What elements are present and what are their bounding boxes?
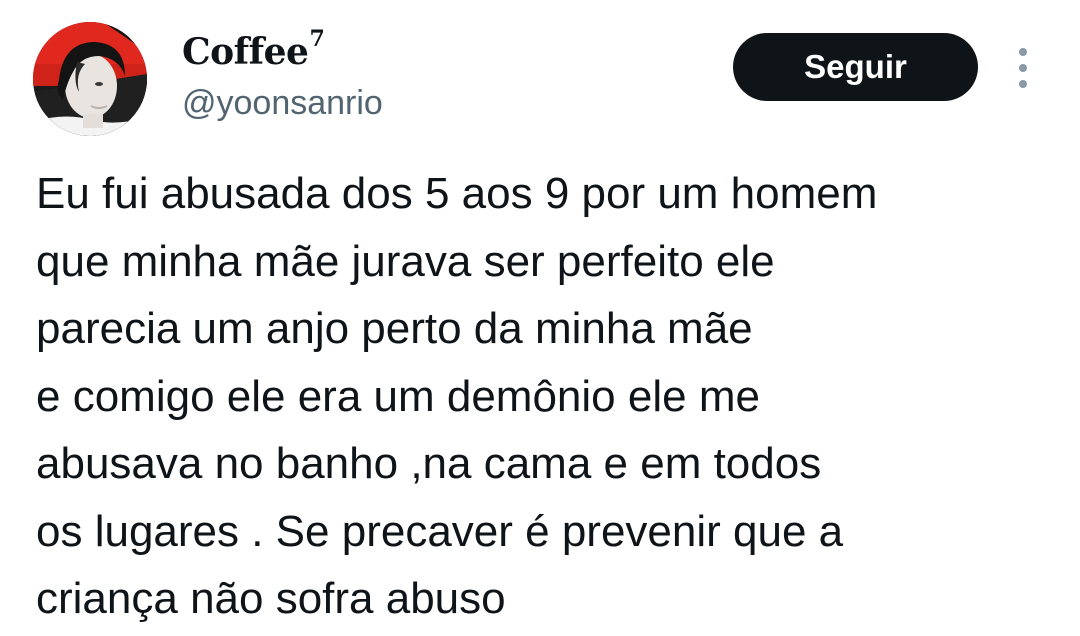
tweet-text-line: que minha mãe jurava ser perfeito ele	[36, 236, 775, 286]
display-name-text: Coffee	[182, 31, 309, 73]
tweet-text-line: os lugares . Se precaver é prevenir que …	[36, 506, 844, 556]
avatar-photo-icon	[33, 22, 147, 136]
tweet-card: Coffee7 @yoonsanrio Seguir Eu fui abusad…	[0, 0, 1080, 636]
tweet-text-line: parecia um anjo perto da minha mãe	[36, 304, 753, 353]
display-name-superscript: 7	[309, 26, 325, 52]
tweet-text-line: criança não sofra abuso	[36, 574, 506, 623]
user-avatar[interactable]	[33, 22, 147, 136]
more-vertical-icon[interactable]	[1008, 46, 1038, 90]
tweet-text-line: e comigo ele era um demônio ele me	[36, 371, 760, 421]
author-handle[interactable]: @yoonsanrio	[182, 83, 383, 123]
tweet-text-line: Eu fui abusada dos 5 aos 9 por um homem	[36, 169, 878, 218]
follow-button[interactable]: Seguir	[733, 33, 978, 101]
tweet-text: Eu fui abusada dos 5 aos 9 por um homem …	[36, 160, 1066, 633]
author-display-name[interactable]: Coffee7	[182, 28, 325, 74]
tweet-text-line: abusava no banho ,na cama e em todos	[36, 439, 822, 488]
